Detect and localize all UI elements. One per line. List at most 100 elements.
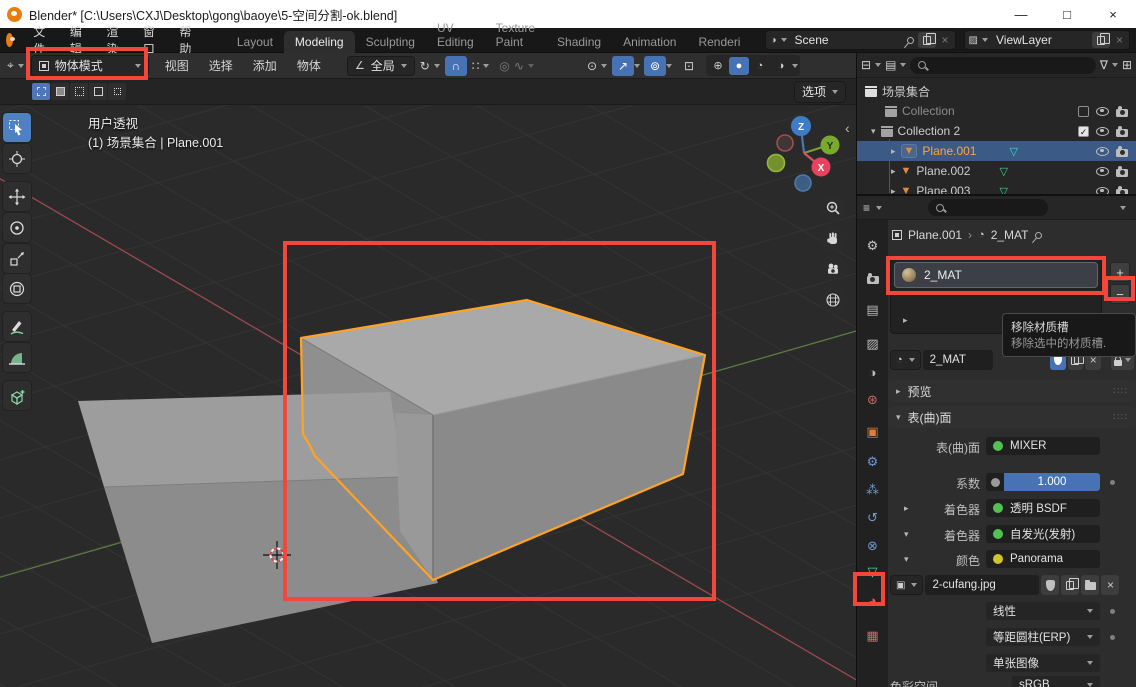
expand-arrow-icon[interactable]: ▸ bbox=[891, 166, 896, 177]
camera-visibility-icon[interactable] bbox=[1116, 169, 1128, 177]
tool-move[interactable] bbox=[3, 182, 31, 211]
tab-constraints-icon[interactable]: ⊗ bbox=[857, 534, 888, 558]
open-image-button[interactable] bbox=[1081, 575, 1099, 595]
tab-rendering[interactable]: Renderi bbox=[687, 31, 751, 53]
chevron-down-icon[interactable] bbox=[900, 63, 906, 67]
tool-transform[interactable] bbox=[3, 274, 31, 303]
neg-y-ball[interactable] bbox=[768, 155, 785, 172]
browse-image-button[interactable]: ▣ bbox=[890, 575, 923, 595]
panel-preview[interactable]: ▸ 预览 ∷∷ bbox=[888, 380, 1136, 402]
scene-icon[interactable]: ◑ bbox=[770, 35, 776, 46]
tab-modeling[interactable]: Modeling bbox=[284, 31, 355, 53]
tab-animation[interactable]: Animation bbox=[612, 31, 687, 53]
viewlayer-copy-button[interactable] bbox=[1092, 32, 1110, 48]
viewlayer-icon[interactable]: ▨ bbox=[969, 35, 978, 46]
editor-type-button[interactable]: ⌖ bbox=[2, 56, 29, 76]
tab-scene-icon[interactable]: ◑ bbox=[857, 360, 888, 384]
chevron-down-icon[interactable] bbox=[875, 63, 881, 67]
tab-output-icon[interactable]: ▤ bbox=[857, 298, 888, 322]
chevron-down-icon[interactable] bbox=[781, 38, 787, 42]
camera-visibility-icon[interactable] bbox=[1116, 149, 1128, 157]
tab-layout[interactable]: Layout bbox=[226, 31, 284, 53]
chevron-down-icon[interactable] bbox=[1112, 63, 1118, 67]
tab-uv-editing[interactable]: UV Editing bbox=[426, 17, 485, 53]
camera-view-button[interactable] bbox=[819, 255, 847, 283]
image-name-field[interactable]: 2-cufang.jpg bbox=[925, 575, 1039, 595]
shading-wireframe-button[interactable]: ⊕ bbox=[708, 57, 728, 75]
filter-icon[interactable]: ∇ bbox=[1100, 58, 1108, 72]
new-collection-icon[interactable]: ⊞ bbox=[1122, 58, 1132, 72]
tab-render-icon[interactable] bbox=[857, 266, 888, 290]
display-mode-icon[interactable]: ▤ bbox=[885, 58, 896, 72]
projection-dropdown[interactable]: 等距圆柱(ERP) bbox=[986, 628, 1100, 646]
colorspace-dropdown[interactable]: sRGB bbox=[1012, 676, 1100, 687]
scene-copy-button[interactable] bbox=[918, 32, 936, 48]
maximize-button[interactable]: □ bbox=[1044, 0, 1090, 28]
select-box-button[interactable] bbox=[51, 83, 69, 100]
row-scene-collection[interactable]: 场景集合 bbox=[857, 81, 1136, 101]
expand-arrow-icon[interactable]: ▾ bbox=[871, 126, 876, 137]
shader1-field[interactable]: 透明 BSDF bbox=[986, 499, 1100, 517]
outliner-editor-icon[interactable]: ⊟ bbox=[861, 58, 871, 72]
chevron-down-icon[interactable] bbox=[666, 64, 672, 68]
source-dropdown[interactable]: 单张图像 bbox=[986, 654, 1100, 672]
tab-viewlayer-icon[interactable]: ▨ bbox=[857, 332, 888, 356]
camera-visibility-icon[interactable] bbox=[1116, 109, 1128, 117]
row-collection[interactable]: Collection bbox=[857, 101, 1136, 121]
chevron-down-icon[interactable] bbox=[634, 64, 640, 68]
camera-visibility-icon[interactable] bbox=[1116, 129, 1128, 137]
image-fake-user-button[interactable] bbox=[1041, 575, 1059, 595]
browse-material-button[interactable]: ◔ bbox=[890, 350, 921, 370]
chevron-down-icon[interactable] bbox=[792, 64, 798, 68]
viewlayer-unlink-icon[interactable]: × bbox=[1114, 33, 1125, 47]
tab-world-icon[interactable]: ⊛ bbox=[857, 388, 888, 412]
pivot-point-dropdown[interactable]: ↻ bbox=[415, 56, 445, 76]
animate-dot-icon[interactable] bbox=[1110, 480, 1115, 485]
tool-rotate[interactable] bbox=[3, 213, 31, 242]
surface-value-field[interactable]: MIXER bbox=[986, 437, 1100, 455]
outliner-search-input[interactable] bbox=[910, 57, 1096, 74]
select-lasso-button[interactable] bbox=[89, 83, 107, 100]
overlays-toggle[interactable]: ⊚ bbox=[644, 56, 666, 76]
tool-annotate[interactable] bbox=[3, 312, 31, 341]
pin-icon[interactable] bbox=[905, 35, 915, 45]
tab-physics-icon[interactable]: ↺ bbox=[857, 506, 888, 530]
shading-solid-button[interactable]: ● bbox=[729, 57, 749, 75]
snap-target-dropdown[interactable]: ∷ bbox=[467, 56, 495, 76]
tool-add-cube[interactable] bbox=[3, 381, 31, 410]
menu-select[interactable]: 选择 bbox=[199, 57, 243, 74]
interpolation-dropdown[interactable]: 线性 bbox=[986, 602, 1100, 620]
scene-unlink-icon[interactable]: × bbox=[940, 33, 951, 47]
row-plane-002[interactable]: ▸ ▼ Plane.002 ▽ bbox=[857, 161, 1136, 181]
image-copy-button[interactable] bbox=[1061, 575, 1079, 595]
blender-menu-icon[interactable] bbox=[6, 33, 13, 47]
breadcrumb-object[interactable]: Plane.001 bbox=[908, 228, 962, 242]
show-gizmo-dropdown[interactable]: ⊙ bbox=[582, 56, 612, 76]
tab-shading[interactable]: Shading bbox=[546, 31, 612, 53]
select-tweak-button[interactable] bbox=[32, 83, 50, 100]
properties-search-input[interactable] bbox=[928, 199, 1048, 216]
menu-view[interactable]: 视图 bbox=[155, 57, 199, 74]
menu-add[interactable]: 添加 bbox=[243, 57, 287, 74]
chevron-down-icon[interactable] bbox=[876, 206, 882, 210]
eye-icon[interactable] bbox=[1096, 147, 1109, 156]
exclude-checkbox[interactable]: ✓ bbox=[1078, 126, 1089, 137]
tab-tool-icon[interactable]: ⚙ bbox=[857, 234, 888, 258]
tool-scale[interactable] bbox=[3, 244, 31, 273]
transform-orientation-dropdown[interactable]: ∠ 全局 bbox=[347, 56, 415, 76]
color-field[interactable]: Panorama bbox=[986, 550, 1100, 568]
animate-dot-icon[interactable] bbox=[1110, 609, 1115, 614]
expand-arrow-icon[interactable]: ▸ bbox=[903, 315, 908, 326]
exclude-checkbox[interactable] bbox=[1078, 106, 1089, 117]
unlink-image-button[interactable]: × bbox=[1101, 575, 1119, 595]
gizmos-toggle[interactable]: ↗ bbox=[612, 56, 634, 76]
select-circle-button[interactable] bbox=[70, 83, 88, 100]
xray-toggle[interactable]: ⊡ bbox=[678, 56, 700, 76]
select-mode-extra-button[interactable] bbox=[108, 83, 126, 100]
eye-icon[interactable] bbox=[1096, 167, 1109, 176]
expand-arrow-icon[interactable]: ▸ bbox=[891, 146, 896, 157]
options-dropdown[interactable]: 选项 bbox=[794, 81, 846, 103]
eye-icon[interactable] bbox=[1096, 107, 1109, 116]
perspective-toggle-button[interactable] bbox=[819, 286, 847, 314]
shading-rendered-button[interactable]: ◑ bbox=[771, 57, 791, 75]
